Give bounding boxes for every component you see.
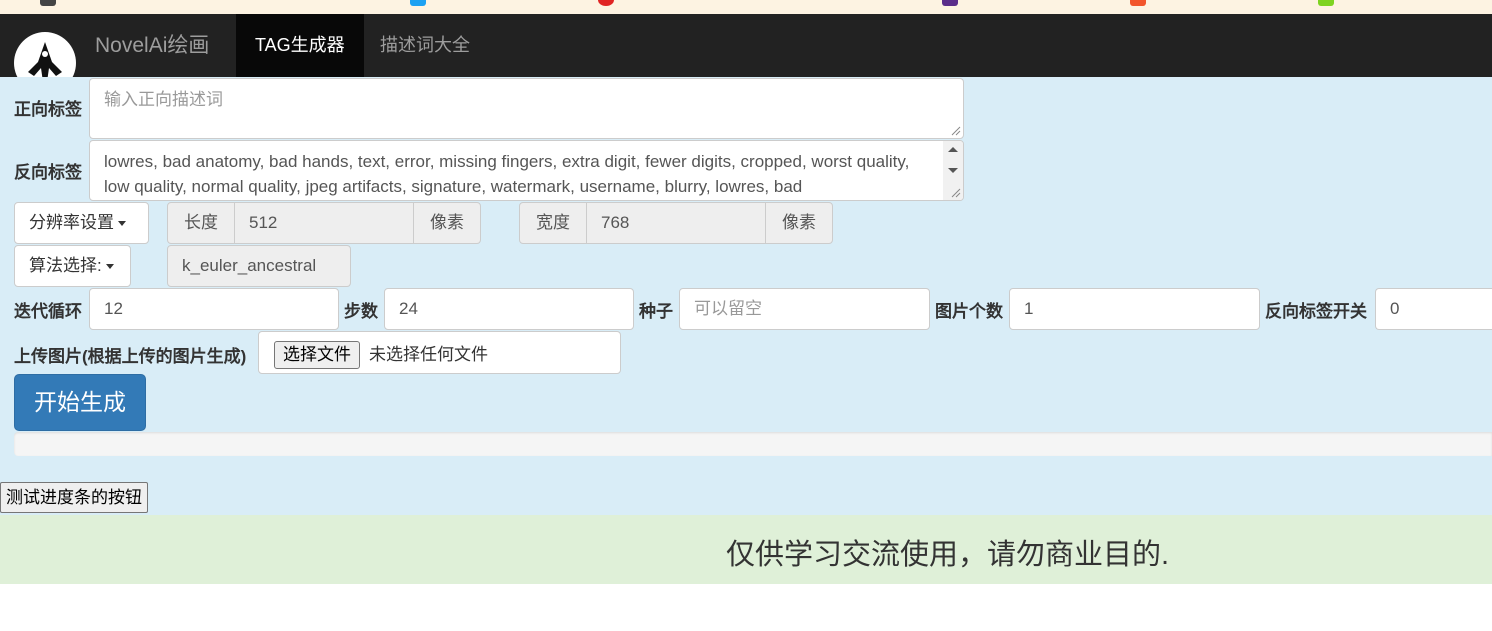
resize-grip-icon[interactable] [951,126,961,136]
nav-tab-tag-generator[interactable]: TAG生成器 [236,14,364,77]
seed-input[interactable]: 可以留空 [679,288,930,330]
width-unit-addon: 像素 [765,202,833,244]
generation-progress-bar [14,432,1492,456]
file-status-text: 未选择任何文件 [369,345,488,364]
bookmarks-bar [0,0,1492,14]
sampler-value: k_euler_ancestral [167,245,351,287]
negative-switch-label: 反向标签开关 [1265,302,1367,321]
length-input: 512 [234,202,414,244]
bookmark-icon[interactable] [1318,0,1334,6]
length-unit-addon: 像素 [413,202,481,244]
image-count-input[interactable]: 1 [1009,288,1260,330]
footer: 仅供学习交流使用，请勿商业目的. [0,515,1492,584]
scroll-up-icon[interactable] [948,147,958,152]
caret-down-icon [118,221,126,227]
sampler-dropdown-label: 算法选择: [29,256,102,275]
steps-label: 步数 [344,302,378,321]
width-addon: 宽度 [519,202,587,244]
iterations-label: 迭代循环 [14,302,82,321]
caret-down-icon [105,264,114,270]
negative-tags-value: lowres, bad anatomy, bad hands, text, er… [104,152,910,196]
negative-tags-label: 反向标签 [14,163,82,182]
steps-input[interactable]: 24 [384,288,634,330]
choose-file-button[interactable]: 选择文件 [274,341,360,369]
scroll-down-icon[interactable] [948,168,958,173]
length-addon: 长度 [167,202,235,244]
footer-disclaimer: 仅供学习交流使用，请勿商业目的. [726,539,1170,571]
upload-label: 上传图片(根据上传的图片生成) [14,347,247,366]
navbar: NovelAi绘画 TAG生成器 描述词大全 [0,14,1492,94]
brand-name[interactable]: NovelAi绘画 [95,14,209,77]
width-input: 768 [586,202,766,244]
bookmark-icon[interactable] [1130,0,1146,6]
nav-tab-descriptors[interactable]: 描述词大全 [361,14,489,77]
negative-switch-input[interactable]: 0 [1375,288,1492,330]
seed-placeholder: 可以留空 [694,299,762,318]
positive-tags-label: 正向标签 [14,100,82,119]
resolution-settings-dropdown[interactable]: 分辨率设置 [14,202,149,244]
start-generate-button[interactable]: 开始生成 [14,374,146,431]
bookmark-icon[interactable] [410,0,426,6]
bookmark-icon[interactable] [40,0,56,6]
seed-label: 种子 [639,302,673,321]
bookmark-icon[interactable] [942,0,958,6]
image-count-label: 图片个数 [935,302,1003,321]
positive-tags-placeholder: 输入正向描述词 [104,90,223,109]
resolution-settings-label: 分辨率设置 [29,213,114,232]
generator-form: 正向标签 输入正向描述词 反向标签 lowres, bad anatomy, b… [0,77,1492,515]
resize-grip-icon[interactable] [951,188,961,198]
positive-tags-textarea[interactable]: 输入正向描述词 [89,78,964,139]
sampler-dropdown[interactable]: 算法选择: [14,245,131,287]
iterations-input[interactable]: 12 [89,288,339,330]
test-progress-button[interactable]: 测试进度条的按钮 [0,482,148,513]
bookmark-icon[interactable] [598,0,614,6]
file-upload-field[interactable]: 选择文件 未选择任何文件 [258,331,621,374]
negative-tags-textarea[interactable]: lowres, bad anatomy, bad hands, text, er… [89,140,964,201]
